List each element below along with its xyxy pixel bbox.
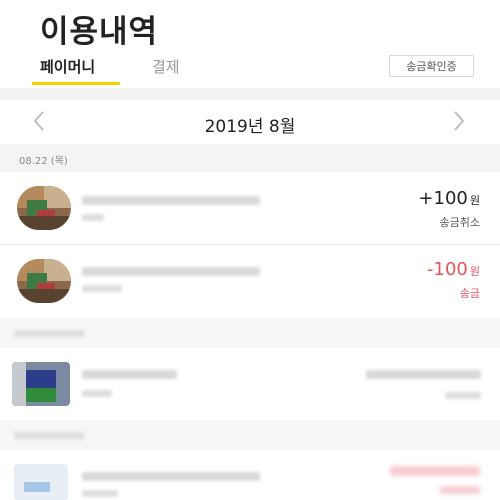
redacted-name [82,472,260,481]
avatar [14,464,68,500]
transaction-status: 송금 [459,287,480,300]
month-navigator: 2019년 8월 [0,100,500,144]
redacted-detail [82,390,112,397]
redacted-amount [390,466,480,476]
transfer-confirmation-button[interactable]: 송금확인증 [389,55,474,77]
date-header: 08.22 (목) [0,144,500,172]
redacted-amount [366,370,481,379]
redacted-name [82,370,177,379]
redacted-date-header [0,318,500,348]
transaction-row[interactable]: -100 원 송금 [0,245,500,317]
page-title: 이용내역 [40,14,159,50]
date-label: 08.22 (목) [19,156,68,167]
active-tab-indicator [32,82,120,85]
avatar [17,259,71,303]
redacted-status [440,486,480,494]
transaction-row[interactable] [0,450,500,500]
chevron-right-icon[interactable] [452,110,466,138]
redacted-detail [82,214,104,221]
redacted-status [445,392,481,399]
redacted-detail [82,490,118,497]
transaction-amount: +100 원 [418,188,480,209]
transaction-row[interactable] [0,348,500,420]
month-label: 2019년 8월 [204,117,296,137]
redacted-date-header [0,420,500,450]
section-divider [0,88,500,100]
redacted-date [14,432,84,439]
redacted-name [82,196,260,205]
transaction-amount: -100 원 [427,259,480,280]
tab-payment[interactable]: 결제 [152,56,180,77]
transaction-row[interactable]: +100 원 송금취소 [0,172,500,244]
redacted-detail [82,285,122,292]
redacted-name [82,267,260,276]
transaction-status: 송금취소 [439,216,480,229]
avatar [17,186,71,230]
avatar [12,362,70,406]
redacted-date [14,330,84,337]
tab-paymoney[interactable]: 페이머니 [40,56,95,77]
